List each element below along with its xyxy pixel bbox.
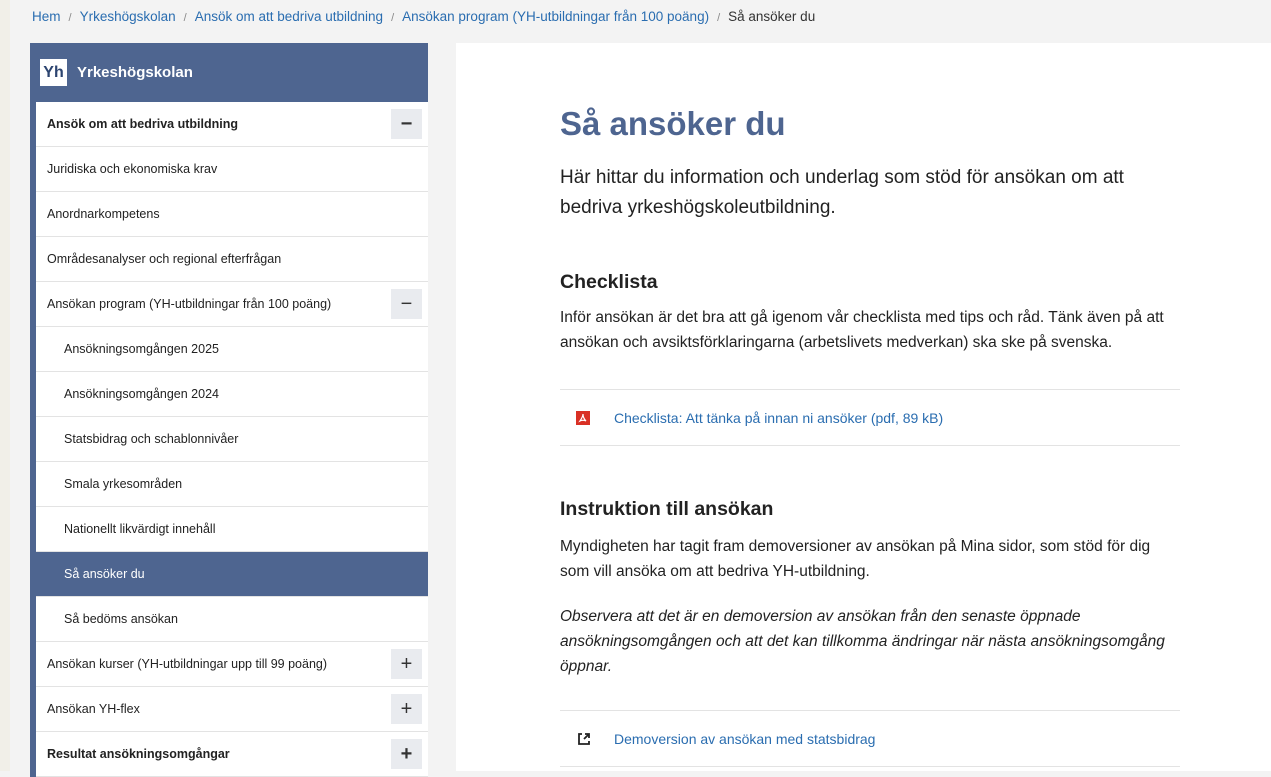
demoversion-link[interactable]: Demoversion av ansökan med statsbidrag bbox=[560, 710, 1180, 767]
expand-button[interactable]: + bbox=[391, 739, 422, 769]
checklist-pdf-link[interactable]: Checklista: Att tänka på innan ni ansöke… bbox=[560, 389, 1180, 446]
sidebar-item-label: Områdesanalyser och regional efterfrågan bbox=[47, 252, 282, 266]
checklist-heading: Checklista bbox=[560, 271, 658, 293]
instruction-heading: Instruktion till ansökan bbox=[560, 498, 774, 520]
page-edge bbox=[0, 0, 10, 771]
sidebar-item-label: Resultat ansökningsomgångar bbox=[47, 747, 230, 761]
breadcrumb-home[interactable]: Hem bbox=[32, 9, 61, 24]
instruction-text: Myndigheten har tagit fram demoversioner… bbox=[560, 538, 1151, 580]
breadcrumb-current: Så ansöker du bbox=[728, 9, 816, 24]
breadcrumb-separator: / bbox=[183, 12, 187, 24]
sidebar-item-omgangen-2025[interactable]: Ansökningsomgången 2025 bbox=[36, 327, 428, 372]
sidebar-item-sa-ansoker-du[interactable]: Så ansöker du bbox=[36, 552, 428, 597]
sidebar-item-statsbidrag[interactable]: Statsbidrag och schablonnivåer bbox=[36, 417, 428, 462]
sidebar-item-anordnarkompetens[interactable]: Anordnarkompetens bbox=[36, 192, 428, 237]
sidebar-header[interactable]: Yh Yrkeshögskolan bbox=[30, 43, 428, 102]
breadcrumb-ansok[interactable]: Ansök om att bedriva utbildning bbox=[195, 9, 383, 24]
sidebar-item-label: Ansökningsomgången 2024 bbox=[64, 387, 219, 401]
page-title: Så ansöker du bbox=[560, 105, 786, 142]
sidebar-title: Yrkeshögskolan bbox=[77, 64, 193, 81]
sidebar-item-ansokan-program[interactable]: Ansökan program (YH-utbildningar från 10… bbox=[36, 282, 428, 327]
breadcrumb: Hem / Yrkeshögskolan / Ansök om att bedriva … bbox=[32, 9, 815, 24]
external-link-icon bbox=[578, 732, 590, 745]
sidebar-nav: Ansök om att bedriva utbildning − Juridi… bbox=[30, 102, 428, 777]
expand-button[interactable]: + bbox=[391, 694, 422, 724]
sidebar-item-label: Ansökan YH-flex bbox=[47, 702, 140, 716]
sidebar: Yh Yrkeshögskolan Ansök om att bedriva u… bbox=[30, 43, 428, 777]
sidebar-item-omradesanalyser[interactable]: Områdesanalyser och regional efterfrågan bbox=[36, 237, 428, 282]
sidebar-item-label: Ansökan program (YH-utbildningar från 10… bbox=[47, 297, 332, 311]
sidebar-item-sa-bedoms-ansokan[interactable]: Så bedöms ansökan bbox=[36, 597, 428, 642]
sidebar-item-label: Anordnarkompetens bbox=[47, 207, 160, 221]
lead-text: Här hittar du information och underlag s… bbox=[560, 167, 1124, 218]
sidebar-item-label: Smala yrkesområden bbox=[64, 477, 183, 491]
checklist-text: Inför ansökan är det bra att gå igenom v… bbox=[560, 309, 1164, 351]
sidebar-item-label: Så bedöms ansökan bbox=[64, 612, 178, 626]
collapse-button[interactable]: − bbox=[391, 109, 422, 139]
sidebar-item-omgangen-2024[interactable]: Ansökningsomgången 2024 bbox=[36, 372, 428, 417]
checklist-link-label: Checklista: Att tänka på innan ni ansöke… bbox=[614, 409, 944, 426]
sidebar-item-ansok-utbildning[interactable]: Ansök om att bedriva utbildning − bbox=[36, 102, 428, 147]
instruction-note: Observera att det är en demoversion av a… bbox=[560, 608, 1165, 675]
collapse-button[interactable]: − bbox=[391, 289, 422, 319]
sidebar-item-nationellt-likvardigt[interactable]: Nationellt likvärdigt innehåll bbox=[36, 507, 428, 552]
sidebar-item-ansokan-yh-flex[interactable]: Ansökan YH-flex + bbox=[36, 687, 428, 732]
sidebar-item-label: Statsbidrag och schablonnivåer bbox=[64, 432, 239, 446]
pdf-icon bbox=[576, 410, 590, 425]
sidebar-item-label: Nationellt likvärdigt innehåll bbox=[64, 522, 216, 536]
sidebar-item-juridiska[interactable]: Juridiska och ekonomiska krav bbox=[36, 147, 428, 192]
sidebar-item-label: Ansökan kurser (YH-utbildningar upp till… bbox=[47, 657, 328, 671]
breadcrumb-ansokan-program[interactable]: Ansökan program (YH-utbildningar från 10… bbox=[402, 9, 709, 24]
breadcrumb-separator: / bbox=[391, 12, 395, 24]
sidebar-item-resultat[interactable]: Resultat ansökningsomgångar + bbox=[36, 732, 428, 777]
sidebar-item-smala-yrkesomraden[interactable]: Smala yrkesområden bbox=[36, 462, 428, 507]
sidebar-item-ansokan-kurser[interactable]: Ansökan kurser (YH-utbildningar upp till… bbox=[36, 642, 428, 687]
sidebar-item-label: Så ansöker du bbox=[64, 567, 145, 581]
yh-logo: Yh bbox=[40, 59, 67, 86]
sidebar-item-label: Juridiska och ekonomiska krav bbox=[47, 162, 218, 176]
breadcrumb-yrkeshogskolan[interactable]: Yrkeshögskolan bbox=[80, 9, 176, 24]
sidebar-item-label: Ansök om att bedriva utbildning bbox=[47, 117, 238, 131]
main-content: Så ansöker du Här hittar du information … bbox=[456, 43, 1271, 771]
breadcrumb-separator: / bbox=[717, 12, 721, 24]
expand-button[interactable]: + bbox=[391, 649, 422, 679]
sidebar-item-label: Ansökningsomgången 2025 bbox=[64, 342, 219, 356]
breadcrumb-separator: / bbox=[68, 12, 72, 24]
demoversion-link-label: Demoversion av ansökan med statsbidrag bbox=[614, 730, 876, 747]
